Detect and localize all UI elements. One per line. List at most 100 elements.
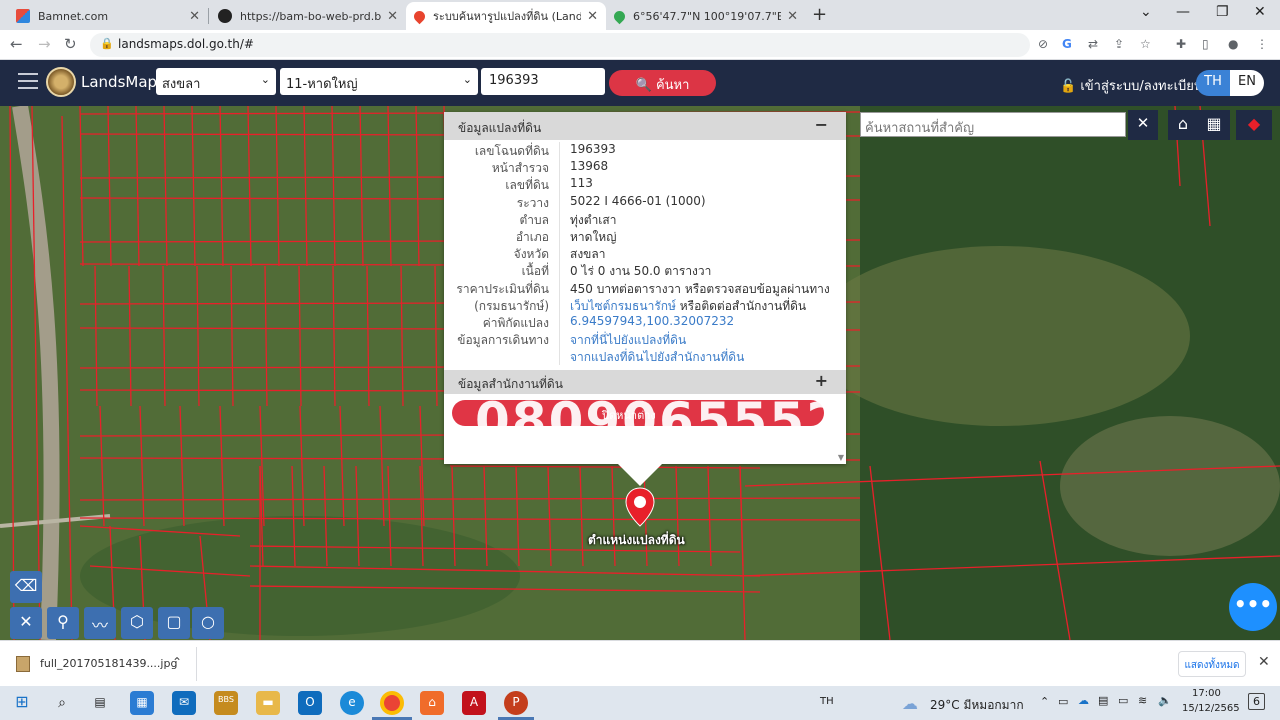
more-options-fab-icon[interactable]: ••• — [1229, 583, 1277, 631]
district-select[interactable]: 11-หาดใหญ่ ⌄ — [280, 68, 478, 95]
maximize-icon[interactable]: ❐ — [1216, 4, 1229, 20]
clock-date[interactable]: 15/12/2565 — [1182, 703, 1240, 714]
polygon-tool-icon[interactable]: ⬡ — [121, 607, 153, 639]
minimize-icon[interactable]: — — [1176, 4, 1190, 20]
polyline-tool-icon[interactable]: 〰 — [84, 607, 116, 639]
info-value-text: 13968 — [570, 159, 609, 174]
info-row: จากแปลงที่ดินไปยังสำนักงานที่ดิน — [444, 348, 846, 366]
input-language[interactable]: TH — [820, 696, 834, 707]
bookmark-star-icon[interactable]: ☆ — [1140, 37, 1151, 51]
clock-time[interactable]: 17:00 — [1192, 688, 1221, 699]
back-arrow-icon[interactable]: ← — [10, 35, 23, 53]
edge-icon[interactable]: e — [340, 691, 364, 715]
search-button[interactable]: 🔍 ค้นหา — [609, 70, 716, 96]
scroll-down-icon[interactable]: ▼ — [838, 453, 844, 462]
url-omnibox[interactable]: 🔒 landsmaps.dol.go.th/# — [90, 33, 1030, 57]
windows-start-icon[interactable]: ⊞ — [10, 691, 34, 715]
outlook-icon[interactable]: O — [298, 691, 322, 715]
info-value-text: สงขลา — [570, 247, 606, 262]
browser-tab-landsmaps[interactable]: ระบบค้นหารูปแปลงที่ดิน (LandsMaps ✕ — [406, 2, 606, 30]
tab-close-icon[interactable]: ✕ — [387, 9, 398, 24]
show-all-button[interactable]: แสดงทั้งหมด — [1178, 651, 1246, 677]
app-bbs-icon[interactable]: BBS — [214, 691, 238, 715]
chevron-down-icon[interactable]: ⌄ — [1140, 4, 1152, 20]
expand-icon[interactable]: + — [815, 371, 828, 390]
layers-icon[interactable]: ◆ — [1236, 110, 1272, 140]
lang-en-button[interactable]: EN — [1230, 70, 1264, 96]
powerpoint-icon[interactable]: P — [504, 691, 528, 715]
profile-avatar-icon[interactable]: ● — [1228, 37, 1238, 51]
network-icon[interactable]: ▤ — [1098, 694, 1108, 707]
notification-count[interactable]: 6 — [1248, 693, 1265, 710]
image-file-icon — [16, 656, 30, 672]
rectangle-tool-icon[interactable]: ▢ — [158, 607, 190, 639]
info-label: อำเภอ — [444, 227, 560, 246]
pin-label: ตำแหน่งแปลงที่ดิน — [588, 533, 685, 547]
place-search-input[interactable]: ค้นหาสถานที่สำคัญ — [860, 112, 1126, 137]
tab-title: ระบบค้นหารูปแปลงที่ดิน (LandsMaps — [433, 10, 582, 23]
extensions-puzzle-icon[interactable]: ✚ — [1176, 37, 1186, 51]
hamburger-menu-icon[interactable] — [18, 73, 38, 89]
file-explorer-icon[interactable]: ▬ — [256, 691, 280, 715]
info-value: สงขลา — [560, 245, 605, 262]
printer-icon[interactable]: ▭ — [1058, 695, 1068, 708]
eraser-icon[interactable]: ⌫ — [10, 571, 42, 603]
window-close-icon[interactable]: ✕ — [1254, 4, 1266, 20]
new-tab-icon[interactable]: + — [812, 4, 827, 25]
land-office-header[interactable]: ข้อมูลสำนักงานที่ดิน + — [444, 370, 846, 394]
download-filename[interactable]: full_201705181439....jpg — [40, 657, 177, 670]
chevron-up-icon[interactable]: ⌃ — [172, 655, 182, 669]
google-icon[interactable]: G — [1062, 37, 1072, 51]
tab-close-icon[interactable]: ✕ — [787, 9, 798, 24]
forward-arrow-icon[interactable]: → — [38, 35, 51, 53]
chevron-up-icon[interactable]: ⌃ — [1040, 695, 1049, 708]
search-icon[interactable]: ⌕ — [50, 691, 74, 715]
parcel-info-header[interactable]: ข้อมูลแปลงที่ดิน − — [444, 112, 846, 140]
measure-tool-icon[interactable]: ✕ — [10, 607, 42, 639]
brand-name: LandsMaps — [81, 73, 165, 91]
circle-tool-icon[interactable]: ○ — [192, 607, 224, 639]
home-app-icon[interactable]: ⌂ — [420, 691, 444, 715]
browser-tab-bam-bo[interactable]: https://bam-bo-web-prd.bam.co ✕ — [210, 2, 406, 30]
onedrive-icon[interactable]: ☁ — [1078, 694, 1089, 707]
clear-search-icon[interactable]: ✕ — [1128, 110, 1158, 140]
info-link[interactable]: เว็บไซต์กรมธนารักษ์ — [570, 299, 676, 313]
info-link[interactable]: จากที่นี่ไปยังแปลงที่ดิน — [570, 333, 686, 347]
marker-tool-icon[interactable]: ⚲ — [47, 607, 79, 639]
side-panel-icon[interactable]: ▯ — [1202, 37, 1209, 51]
reload-icon[interactable]: ↻ — [64, 35, 77, 53]
lang-th-button[interactable]: TH — [1196, 70, 1230, 96]
store-icon[interactable]: ▦ — [130, 691, 154, 715]
login-register-link[interactable]: 🔓 เข้าสู่ระบบ/ลงทะเบียน — [1060, 75, 1203, 96]
landsmaps-header: LandsMaps สงขลา ⌄ 11-หาดใหญ่ ⌄ 196393 🔍 … — [0, 60, 1280, 106]
info-value: หาดใหญ่ — [560, 228, 616, 245]
home-icon[interactable]: ⌂ — [1168, 110, 1198, 140]
display-icon[interactable]: ▭ — [1118, 694, 1128, 707]
info-value-text: 450 บาทต่อตารางวา หรือตรวจสอบข้อมูลผ่านท… — [570, 281, 830, 296]
grid-icon[interactable]: ▦ — [1198, 110, 1230, 140]
kebab-menu-icon[interactable]: ⋮ — [1256, 37, 1268, 51]
chrome-icon[interactable] — [380, 691, 404, 715]
province-select[interactable]: สงขลา ⌄ — [156, 68, 276, 95]
translate-icon[interactable]: ⇄ — [1088, 37, 1098, 51]
close-icon[interactable]: ✕ — [1258, 654, 1270, 670]
mail-icon[interactable]: ✉ — [172, 691, 196, 715]
map-pin-icon[interactable] — [624, 486, 656, 530]
wifi-icon[interactable]: ≋ — [1138, 694, 1147, 707]
collapse-icon[interactable]: − — [815, 115, 828, 134]
volume-icon[interactable]: 🔈 — [1158, 694, 1172, 707]
info-link[interactable]: 6.94597943,100.32007232 — [570, 314, 734, 328]
info-link[interactable]: จากแปลงที่ดินไปยังสำนักงานที่ดิน — [570, 350, 744, 364]
tab-close-icon[interactable]: ✕ — [189, 9, 200, 24]
browser-tab-bamnet[interactable]: Bamnet.com ✕ — [8, 2, 208, 30]
browser-tab-google-maps[interactable]: 6°56'47.7"N 100°19'07.7"E - Goo ✕ — [606, 2, 806, 30]
info-row: เลขที่ดิน 113 — [444, 176, 846, 194]
weather-text[interactable]: 29°C มีหมอกมาก — [930, 696, 1024, 715]
info-row: (กรมธนารักษ์) เว็บไซต์กรมธนารักษ์ หรือติด… — [444, 296, 846, 314]
task-view-icon[interactable]: ▤ — [88, 691, 112, 715]
parcel-number-input[interactable]: 196393 — [481, 68, 605, 95]
tab-close-icon[interactable]: ✕ — [587, 9, 598, 24]
share-icon[interactable]: ⇪ — [1114, 37, 1124, 51]
blocked-icon[interactable]: ⊘ — [1038, 37, 1048, 51]
acrobat-icon[interactable]: A — [462, 691, 486, 715]
